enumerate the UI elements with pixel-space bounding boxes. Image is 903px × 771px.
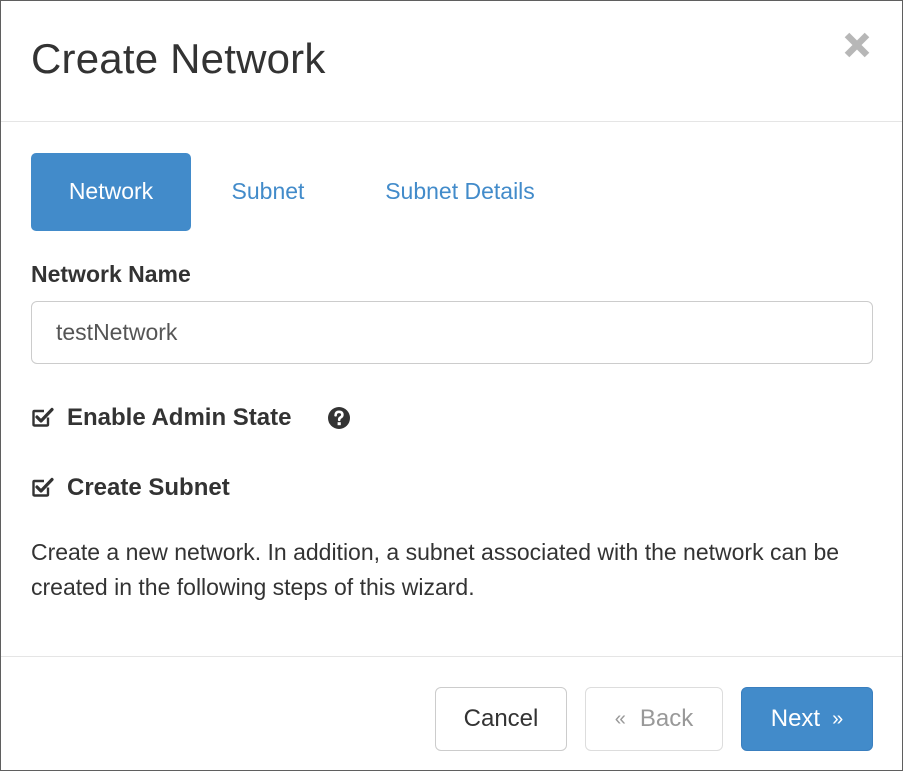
question-circle-icon[interactable] bbox=[327, 406, 351, 430]
help-description: Create a new network. In addition, a sub… bbox=[31, 539, 840, 600]
create-network-dialog: Create Network Network Subnet Subnet Det… bbox=[0, 0, 903, 771]
close-button[interactable] bbox=[839, 27, 875, 63]
modal-footer: Cancel « Back Next » bbox=[1, 656, 902, 770]
back-button[interactable]: « Back bbox=[585, 687, 723, 751]
close-icon bbox=[844, 32, 870, 58]
next-button[interactable]: Next » bbox=[741, 687, 873, 751]
next-button-label: Next bbox=[770, 705, 821, 732]
tab-network[interactable]: Network bbox=[31, 153, 191, 231]
chevron-double-left-icon: « bbox=[614, 708, 626, 730]
modal-title: Create Network bbox=[31, 35, 326, 82]
enable-admin-state-label: Enable Admin State bbox=[67, 404, 292, 431]
network-name-input[interactable] bbox=[31, 301, 873, 364]
create-subnet-label: Create Subnet bbox=[67, 474, 230, 501]
network-name-label: Network Name bbox=[31, 261, 191, 287]
checkbox-checked-icon bbox=[32, 477, 54, 497]
cancel-button[interactable]: Cancel bbox=[435, 687, 567, 751]
chevron-double-right-icon: » bbox=[832, 708, 844, 730]
cancel-button-label: Cancel bbox=[463, 705, 539, 732]
tab-subnet-details[interactable]: Subnet Details bbox=[353, 153, 567, 231]
tab-subnet[interactable]: Subnet bbox=[205, 153, 331, 231]
checkbox-checked-icon bbox=[32, 407, 54, 427]
modal-header: Create Network bbox=[1, 1, 902, 122]
back-button-label: Back bbox=[639, 705, 694, 732]
